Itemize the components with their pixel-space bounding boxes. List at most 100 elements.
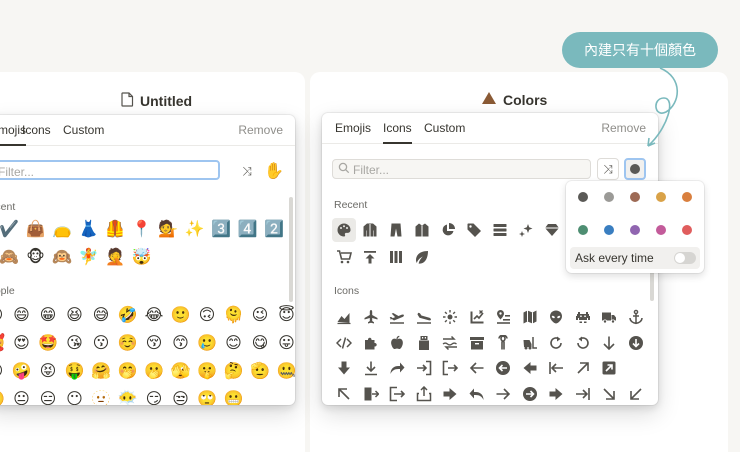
circle-arrow-down-icon[interactable] xyxy=(624,331,648,355)
pants-icon[interactable] xyxy=(384,218,408,242)
recent-emoji-8[interactable]: 3️⃣ xyxy=(210,219,232,241)
recent-emoji-5[interactable]: 📍 xyxy=(131,219,153,241)
people-emoji-4[interactable]: 😅 xyxy=(90,305,112,327)
people-emoji-19[interactable]: 😙 xyxy=(170,333,192,355)
right-bar-icon[interactable] xyxy=(571,382,595,406)
map-pin-list-icon[interactable] xyxy=(491,305,515,329)
up-left-icon[interactable] xyxy=(332,382,356,406)
chart-cross-icon[interactable] xyxy=(465,305,489,329)
right-tab-custom[interactable]: Custom xyxy=(424,121,465,135)
curved-right-icon[interactable] xyxy=(385,356,409,380)
left-scrollbar[interactable] xyxy=(289,197,293,302)
archive-icon[interactable] xyxy=(465,331,489,355)
people-emoji-28[interactable]: 🤗 xyxy=(90,361,112,383)
server-icon[interactable] xyxy=(488,218,512,242)
landing-icon[interactable] xyxy=(412,305,436,329)
bold-left-icon[interactable] xyxy=(518,356,542,380)
right-filter-input[interactable]: Filter... xyxy=(332,159,591,179)
right-page-title[interactable]: Colors xyxy=(481,91,547,108)
usb-icon[interactable] xyxy=(412,331,436,355)
recent-emoji-1[interactable]: 👜 xyxy=(25,219,47,241)
map-icon[interactable] xyxy=(518,305,542,329)
undo-icon[interactable] xyxy=(571,331,595,355)
right-tab-emojis[interactable]: Emojis xyxy=(335,121,371,135)
people-emoji-20[interactable]: 🥲 xyxy=(196,333,218,355)
people-emoji-25[interactable]: 🤪 xyxy=(11,361,33,383)
left-remove-button[interactable]: Remove xyxy=(238,123,283,137)
people-emoji-9[interactable]: 🫠 xyxy=(223,305,245,327)
people-emoji-14[interactable]: 🤩 xyxy=(37,333,59,355)
pie-chart-icon[interactable] xyxy=(436,218,460,242)
apple-icon[interactable] xyxy=(385,331,409,355)
recent-emoji-3[interactable]: 👗 xyxy=(78,219,100,241)
circle-arrow-left-icon[interactable] xyxy=(491,356,515,380)
palette-color-3[interactable] xyxy=(656,192,666,202)
recent-emoji-9[interactable]: 4️⃣ xyxy=(237,219,259,241)
palette-color-4[interactable] xyxy=(682,192,692,202)
down-left-icon[interactable] xyxy=(624,382,648,406)
people-emoji-39[interactable]: 😶 xyxy=(64,389,86,405)
puzzle-icon[interactable] xyxy=(359,331,383,355)
people-emoji-44[interactable]: 🙄 xyxy=(196,389,218,405)
square-up-right-icon[interactable] xyxy=(597,356,621,380)
people-emoji-10[interactable]: 😉 xyxy=(249,305,271,327)
palette-color-8[interactable] xyxy=(656,225,666,235)
enter-icon[interactable] xyxy=(412,356,436,380)
sun-sparkle-icon[interactable] xyxy=(438,305,462,329)
recent-emoji-16[interactable]: 🤯 xyxy=(131,247,153,269)
recent-emoji-12[interactable]: 🐵 xyxy=(25,247,47,269)
arrow-up-bar-icon[interactable] xyxy=(358,245,382,269)
palette-color-9[interactable] xyxy=(682,225,692,235)
palette-color-2[interactable] xyxy=(630,192,640,202)
recent-emoji-11[interactable]: 🙈 xyxy=(0,247,20,269)
people-emoji-43[interactable]: 😒 xyxy=(170,389,192,405)
left-tab-icons[interactable]: Icons xyxy=(22,123,51,137)
color-picker-button[interactable] xyxy=(624,158,646,180)
ram-icon[interactable] xyxy=(491,331,515,355)
people-emoji-40[interactable]: 🫥 xyxy=(90,389,112,405)
people-emoji-13[interactable]: 😍 xyxy=(11,333,33,355)
left-shuffle-button[interactable]: ⤨ xyxy=(236,160,258,182)
people-emoji-23[interactable]: 😛 xyxy=(276,333,296,355)
people-emoji-42[interactable]: 😏 xyxy=(143,389,165,405)
columns-icon[interactable] xyxy=(384,245,408,269)
bold-right-2-icon[interactable] xyxy=(544,382,568,406)
cart-icon[interactable] xyxy=(332,245,356,269)
recent-emoji-6[interactable]: 💁 xyxy=(157,219,179,241)
recent-emoji-13[interactable]: 🙉 xyxy=(51,247,73,269)
recent-emoji-15[interactable]: 🤦 xyxy=(104,247,126,269)
left-skin-tone-button[interactable]: ✋ xyxy=(263,160,285,182)
redo-icon[interactable] xyxy=(544,331,568,355)
down-right-icon[interactable] xyxy=(597,382,621,406)
people-emoji-22[interactable]: 😋 xyxy=(249,333,271,355)
anchor-icon[interactable] xyxy=(624,305,648,329)
exit-icon[interactable] xyxy=(359,382,383,406)
people-emoji-29[interactable]: 🤭 xyxy=(117,361,139,383)
people-emoji-21[interactable]: 😊 xyxy=(223,333,245,355)
people-emoji-15[interactable]: 😘 xyxy=(64,333,86,355)
people-emoji-35[interactable]: 🤐 xyxy=(276,361,295,383)
people-emoji-2[interactable]: 😁 xyxy=(37,305,59,327)
jacket-icon[interactable] xyxy=(358,218,382,242)
invader-icon[interactable] xyxy=(571,305,595,329)
people-emoji-17[interactable]: ☺️ xyxy=(117,333,139,355)
palette-color-7[interactable] xyxy=(630,225,640,235)
logout-icon[interactable] xyxy=(385,382,409,406)
people-emoji-30[interactable]: 🫢 xyxy=(143,361,165,383)
share-icon[interactable] xyxy=(412,382,436,406)
left-bar-icon[interactable] xyxy=(544,356,568,380)
arrow-down-icon[interactable] xyxy=(597,331,621,355)
people-emoji-16[interactable]: 😗 xyxy=(90,333,112,355)
people-emoji-0[interactable]: 😃 xyxy=(0,305,6,327)
people-emoji-5[interactable]: 🤣 xyxy=(117,305,139,327)
left-tab-custom[interactable]: Custom xyxy=(63,123,104,137)
tag-icon[interactable] xyxy=(462,218,486,242)
people-emoji-7[interactable]: 🙂 xyxy=(170,305,192,327)
people-emoji-34[interactable]: 🫡 xyxy=(249,361,271,383)
takeoff-icon[interactable] xyxy=(385,305,409,329)
reply-icon[interactable] xyxy=(465,382,489,406)
arrow-left-icon[interactable] xyxy=(465,356,489,380)
bold-right-icon[interactable] xyxy=(438,382,462,406)
people-emoji-38[interactable]: 😑 xyxy=(37,389,59,405)
recent-emoji-0[interactable]: ✔️ xyxy=(0,219,20,241)
